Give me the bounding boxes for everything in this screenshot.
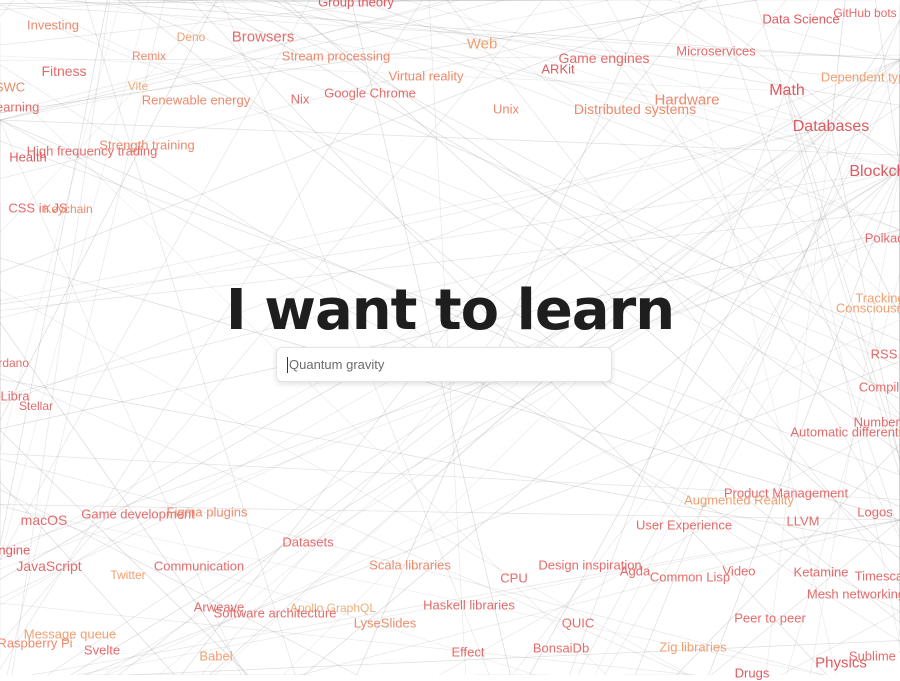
topic-link[interactable]: Svelte <box>84 644 120 657</box>
topic-link[interactable]: QUIC <box>562 617 595 630</box>
topic-link[interactable]: Figma plugins <box>167 506 248 519</box>
topic-link[interactable]: Babel <box>199 650 232 663</box>
topic-link[interactable]: Google Chrome <box>324 87 416 100</box>
topic-search-box[interactable] <box>276 347 612 382</box>
topic-link[interactable]: Haskell libraries <box>423 599 515 612</box>
page-title: I want to learn <box>225 278 675 343</box>
topic-link[interactable]: BonsaiDb <box>533 642 589 655</box>
topic-link[interactable]: Numbers <box>854 416 900 429</box>
topic-link[interactable]: Ketamine <box>794 566 849 579</box>
topic-link[interactable]: Communication <box>154 560 244 573</box>
topic-link[interactable]: Virtual reality <box>389 70 464 83</box>
topic-link[interactable]: Renewable energy <box>142 94 250 107</box>
topic-link[interactable]: Fitness <box>41 64 86 78</box>
text-cursor <box>287 357 288 373</box>
topic-link[interactable]: GitHub bots <box>833 7 896 19</box>
topic-link[interactable]: Scala libraries <box>369 559 451 572</box>
topic-link[interactable]: Common Lisp <box>650 571 730 584</box>
topic-link[interactable]: Polkadot <box>865 232 900 245</box>
topic-link[interactable]: Remix <box>132 50 166 62</box>
topic-link[interactable]: Stellar <box>19 400 53 412</box>
topic-link[interactable]: Compilers <box>859 381 900 394</box>
topic-link[interactable]: Zig libraries <box>659 641 726 654</box>
topic-link[interactable]: Health <box>9 151 47 164</box>
topic-link[interactable]: Data Science <box>762 13 839 26</box>
topic-link[interactable]: User Experience <box>636 519 732 532</box>
topic-link[interactable]: Nix <box>291 93 310 106</box>
topic-link[interactable]: Browsers <box>232 30 295 45</box>
topic-link[interactable]: Drugs <box>735 667 770 680</box>
topic-link[interactable]: Engine <box>0 544 30 557</box>
topic-link[interactable]: Twitter <box>110 569 145 581</box>
topic-link[interactable]: Sublime Text <box>849 650 900 663</box>
topic-link[interactable]: Peer to peer <box>734 612 806 625</box>
topic-link[interactable]: CPU <box>500 572 527 585</box>
topic-link[interactable]: Timescale <box>855 570 900 583</box>
topic-link[interactable]: Mesh networking <box>807 588 900 601</box>
topic-link[interactable]: Web <box>467 37 498 52</box>
topic-link[interactable]: Unix <box>493 103 519 116</box>
topic-link[interactable]: Cardano <box>0 357 29 369</box>
topic-link[interactable]: Augmented Reality <box>684 494 794 507</box>
topic-link[interactable]: Investing <box>27 19 79 32</box>
topic-link[interactable]: Stream processing <box>282 50 390 63</box>
topic-link[interactable]: Dependent types <box>821 71 900 84</box>
topic-link[interactable]: Hardware <box>654 93 719 108</box>
hero: I want to learn <box>0 278 900 343</box>
topic-link[interactable]: SWC <box>0 81 25 94</box>
topic-link[interactable]: Effect <box>451 646 484 659</box>
topic-link[interactable]: Learning <box>0 101 39 114</box>
topic-link[interactable]: Agda <box>620 565 650 578</box>
topic-link[interactable]: Software architecture <box>214 607 337 620</box>
topic-link[interactable]: Microservices <box>676 45 755 58</box>
topic-link[interactable]: Keychain <box>43 203 92 215</box>
topic-link[interactable]: Logos <box>857 506 892 519</box>
topic-link[interactable]: Group theory <box>318 0 394 9</box>
topic-link[interactable]: macOS <box>21 513 68 527</box>
topic-link[interactable]: Databases <box>793 119 870 135</box>
topic-link[interactable]: RSS <box>871 348 898 361</box>
topic-link[interactable]: LyseSlides <box>354 617 416 630</box>
topic-link[interactable]: Raspberry Pi <box>0 637 73 650</box>
topic-link[interactable]: JavaScript <box>16 559 81 573</box>
topic-link[interactable]: Blockchain <box>849 164 900 180</box>
topic-link[interactable]: Deno <box>177 31 206 43</box>
topic-link[interactable]: Vite <box>128 80 148 92</box>
topic-link[interactable]: ARKit <box>541 63 574 76</box>
topic-link[interactable]: Datasets <box>282 536 333 549</box>
topic-link[interactable]: Math <box>769 83 805 99</box>
topic-link[interactable]: Video <box>722 565 755 578</box>
topic-search-input[interactable] <box>277 348 611 381</box>
topic-link[interactable]: LLVM <box>787 515 820 528</box>
